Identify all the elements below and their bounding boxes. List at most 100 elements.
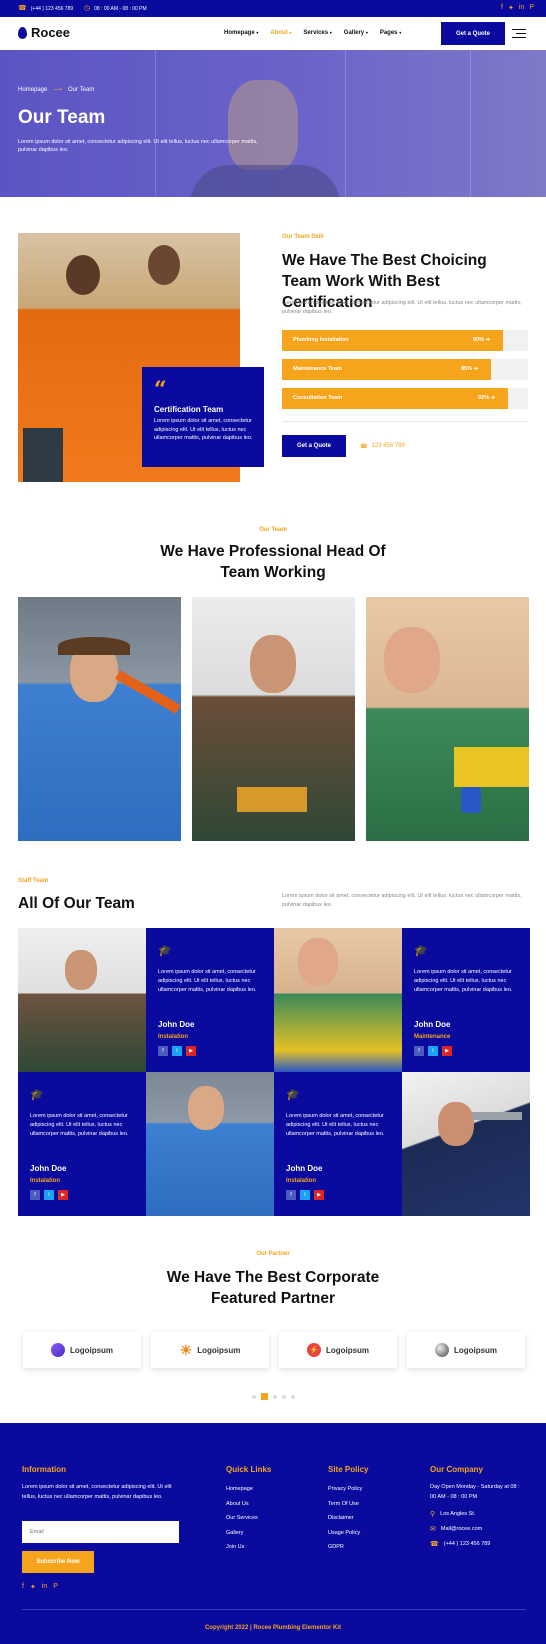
nav-homepage[interactable]: Homepage ▾ [224, 30, 258, 36]
carousel-dot[interactable] [252, 1394, 256, 1399]
youtube-icon[interactable]: ▶ [314, 1190, 324, 1200]
logoipsum-icon [50, 1343, 65, 1357]
staff-photo [274, 928, 402, 1072]
partner-logo[interactable]: Logoipsum [407, 1332, 525, 1368]
twitter-icon[interactable]: t [172, 1046, 182, 1056]
youtube-icon[interactable]: ▶ [186, 1046, 196, 1056]
facebook-icon[interactable]: f [158, 1046, 168, 1056]
staff-name: John Doe [286, 1164, 323, 1173]
twitter-icon[interactable]: t [300, 1190, 310, 1200]
footer-quick-title: Quick Links [226, 1465, 272, 1474]
carousel-dot[interactable] [282, 1394, 286, 1399]
footer-phone[interactable]: ☎ (+44 ) 123 456 789 [430, 1541, 490, 1548]
logoipsum-icon [434, 1343, 449, 1357]
footer-link[interactable]: Homepage [226, 1482, 258, 1497]
chevron-down-icon: ▾ [365, 30, 368, 35]
youtube-icon[interactable]: ▶ [58, 1190, 68, 1200]
carousel-dot[interactable] [273, 1394, 277, 1399]
footer-link[interactable]: About Us [226, 1497, 258, 1512]
footer-link[interactable]: Usage Policy [328, 1526, 362, 1541]
chevron-down-icon: ▾ [256, 30, 259, 35]
footer-link[interactable]: Join Us [226, 1540, 258, 1555]
footer-address: ⚲ Los Angles St. [430, 1511, 476, 1518]
team-member-photo[interactable] [18, 597, 181, 841]
get-quote-button[interactable]: Get a Quote [441, 22, 505, 45]
head-team-title: We Have Professional Head Of [160, 543, 386, 560]
copyright: Copyright 2022 | Rocee Plumbing Elemento… [204, 1625, 342, 1631]
phone-icon: ☎ [360, 444, 368, 450]
team-member-photo[interactable] [366, 597, 529, 841]
phone-icon: ☎ [430, 1541, 439, 1548]
carousel-dot-active[interactable] [261, 1393, 268, 1400]
twitter-icon[interactable]: t [44, 1190, 54, 1200]
skills-eyebrow: Our Team Skill [282, 234, 324, 240]
graduation-cap-icon: 🎓 [286, 1089, 300, 1101]
breadcrumb: Homepage ⟶ Our Team [18, 86, 94, 94]
footer-link[interactable]: GDPR [328, 1540, 362, 1555]
facebook-icon[interactable]: f [501, 4, 503, 12]
skill-bar: Maintenance Team 85% ➔ [282, 359, 528, 380]
pinterest-icon[interactable]: P [53, 1583, 58, 1591]
site-logo[interactable]: Rocee [18, 25, 70, 40]
twitter-icon[interactable]: ✦ [508, 4, 514, 12]
staff-role: Instalation [30, 1178, 61, 1184]
menu-icon[interactable] [512, 29, 526, 41]
footer-link[interactable]: Privacy Policy [328, 1482, 362, 1497]
hero-person-image [228, 80, 298, 170]
staff-eyebrow: Staff Team [18, 878, 49, 884]
get-quote-button[interactable]: Get a Quote [282, 435, 346, 457]
breadcrumb-home[interactable]: Homepage [18, 87, 47, 93]
topbar-phone[interactable]: ☎ (+44 ) 123 456 789 [18, 5, 73, 12]
staff-name: John Doe [30, 1164, 67, 1173]
footer-info-title: Information [22, 1465, 66, 1474]
nav-about[interactable]: About ▾ [270, 30, 291, 36]
skills-text: Lorem ipsum dolor sit amet, consectetur … [282, 300, 522, 315]
staff-role: Instalation [158, 1034, 189, 1040]
footer-link[interactable]: Disclaimer [328, 1511, 362, 1526]
partner-logo[interactable]: ☀ Logoipsum [151, 1332, 269, 1368]
team-member-photo[interactable] [192, 597, 355, 841]
skill-bar: Plumbing Installation 90% ➔ [282, 330, 528, 351]
topbar-social: f ✦ in P [501, 4, 534, 12]
facebook-icon[interactable]: f [22, 1583, 24, 1591]
partner-title-2: Featured Partner [210, 1290, 336, 1307]
page-hero: Homepage ⟶ Our Team Our Team Lorem ipsum… [0, 50, 546, 197]
footer-link[interactable]: Gallery [226, 1526, 258, 1541]
linkedin-icon[interactable]: in [519, 4, 524, 12]
partner-eyebrow: Our Partner [256, 1251, 290, 1257]
nav-pages[interactable]: Pages ▾ [380, 30, 401, 36]
email-field[interactable] [22, 1521, 179, 1543]
skills-phone[interactable]: ☎ 123 456 789 [360, 443, 405, 450]
head-team-title-2: Team Working [220, 564, 326, 581]
skill-bar: Consultation Team 92% ➔ [282, 388, 528, 409]
footer-link[interactable]: Our Services [226, 1511, 258, 1526]
location-pin-icon: ⚲ [430, 1511, 436, 1518]
pinterest-icon[interactable]: P [529, 4, 534, 12]
staff-card: 🎓 Lorem ipsum dolor sit amet, consectetu… [146, 928, 274, 1072]
staff-title: All Of Our Team [18, 895, 135, 912]
twitter-icon[interactable]: ✦ [30, 1583, 36, 1591]
youtube-icon[interactable]: ▶ [442, 1046, 452, 1056]
footer-email[interactable]: ✉ Mail@rocee.com [430, 1526, 482, 1533]
facebook-icon[interactable]: f [286, 1190, 296, 1200]
facebook-icon[interactable]: f [30, 1190, 40, 1200]
partner-logo[interactable]: ⚡ Logoipsum [279, 1332, 397, 1368]
staff-card: 🎓 Lorem ipsum dolor sit amet, consectetu… [402, 928, 530, 1072]
hero-text: Lorem ipsum dolor sit amet, consectetur … [18, 139, 258, 153]
footer-link[interactable]: Term Of Use [328, 1497, 362, 1512]
site-footer: Information Lorem ipsum dolor sit amet, … [0, 1423, 546, 1644]
carousel-dot[interactable] [291, 1394, 295, 1399]
staff-photo [402, 1072, 530, 1216]
carousel-dots [252, 1393, 295, 1400]
subscribe-button[interactable]: Subscribe Now [22, 1551, 94, 1573]
twitter-icon[interactable]: t [428, 1046, 438, 1056]
linkedin-icon[interactable]: in [42, 1583, 47, 1591]
footer-info-text: Lorem ipsum dolor sit amet, consectetur … [22, 1484, 172, 1500]
facebook-icon[interactable]: f [414, 1046, 424, 1056]
mail-icon: ✉ [430, 1526, 436, 1533]
footer-divider [22, 1609, 526, 1610]
nav-gallery[interactable]: Gallery ▾ [344, 30, 368, 36]
footer-company-title: Our Company [430, 1465, 483, 1474]
partner-logo[interactable]: Logoipsum [23, 1332, 141, 1368]
nav-services[interactable]: Services ▾ [303, 30, 331, 36]
